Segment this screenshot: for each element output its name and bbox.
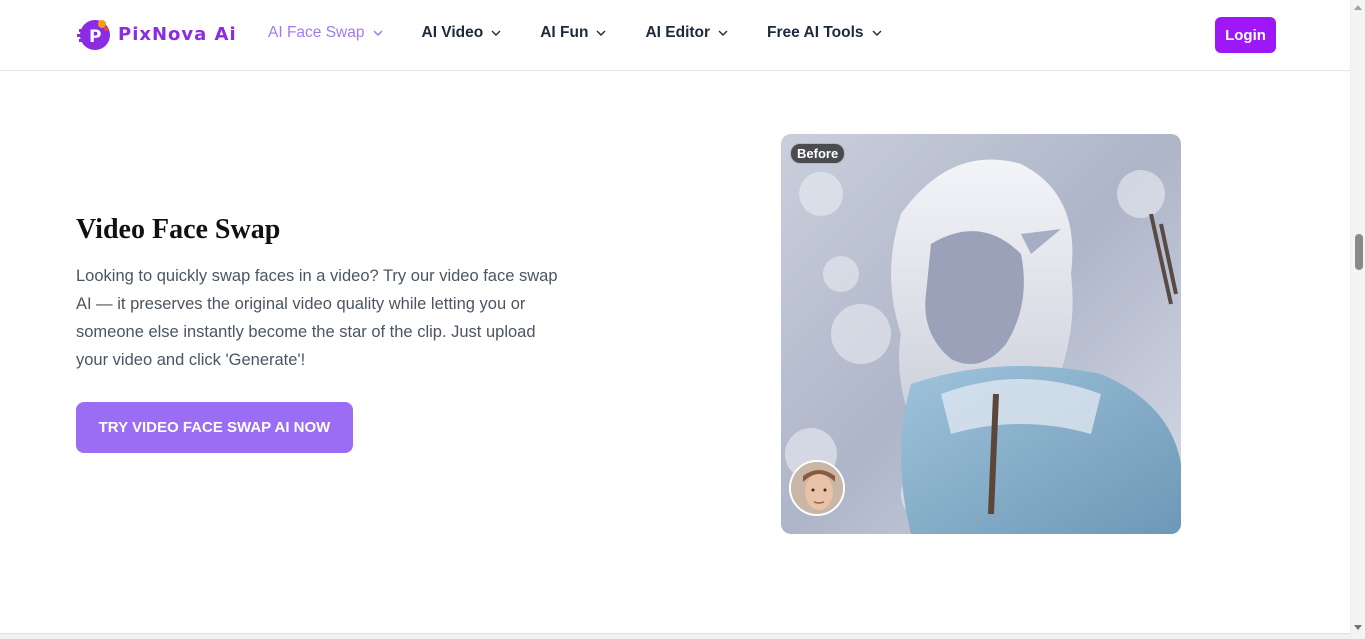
nav-item-label: Free AI Tools: [767, 24, 864, 41]
nav-item-ai-video[interactable]: AI Video: [422, 24, 502, 42]
try-video-face-swap-button[interactable]: TRY VIDEO FACE SWAP AI NOW: [76, 402, 353, 453]
nav-item-free-ai-tools[interactable]: Free AI Tools: [767, 24, 882, 42]
logo-text: PixNova Ai: [118, 23, 237, 45]
nav-item-ai-editor[interactable]: AI Editor: [645, 24, 728, 42]
vertical-scrollbar[interactable]: [1350, 0, 1365, 639]
chevron-down-icon: [373, 30, 382, 36]
chevron-down-icon: [596, 30, 606, 36]
scroll-up-icon[interactable]: [1354, 5, 1362, 10]
section-title: Video Face Swap: [76, 214, 281, 245]
logo-p-icon: P: [76, 15, 114, 53]
nav-item-label: AI Fun: [540, 24, 589, 41]
nav-item-label: AI Editor: [645, 24, 711, 41]
nav-item-label: AI Face Swap: [268, 24, 365, 41]
chevron-down-icon: [872, 30, 882, 36]
scroll-down-icon[interactable]: [1354, 625, 1362, 630]
source-face-avatar: [789, 460, 845, 516]
svg-text:P: P: [89, 27, 101, 47]
preview-image: Before: [781, 134, 1181, 534]
main-nav: AI Face Swap AI Video AI Fun AI Editor F…: [268, 24, 921, 42]
logo[interactable]: P PixNova Ai: [76, 14, 237, 54]
horizontal-scrollbar[interactable]: [0, 633, 1350, 639]
login-button[interactable]: Login: [1215, 17, 1276, 53]
chevron-down-icon: [718, 30, 728, 36]
nav-item-ai-face-swap[interactable]: AI Face Swap: [268, 24, 383, 42]
section-description: Looking to quickly swap faces in a video…: [76, 267, 558, 369]
before-badge: Before: [790, 143, 846, 164]
nav-item-label: AI Video: [421, 24, 484, 41]
scroll-thumb[interactable]: [1355, 234, 1363, 270]
chevron-down-icon: [491, 30, 501, 36]
nav-item-ai-fun[interactable]: AI Fun: [540, 24, 606, 42]
site-header: P PixNova Ai AI Face Swap AI Video AI Fu…: [0, 0, 1350, 71]
